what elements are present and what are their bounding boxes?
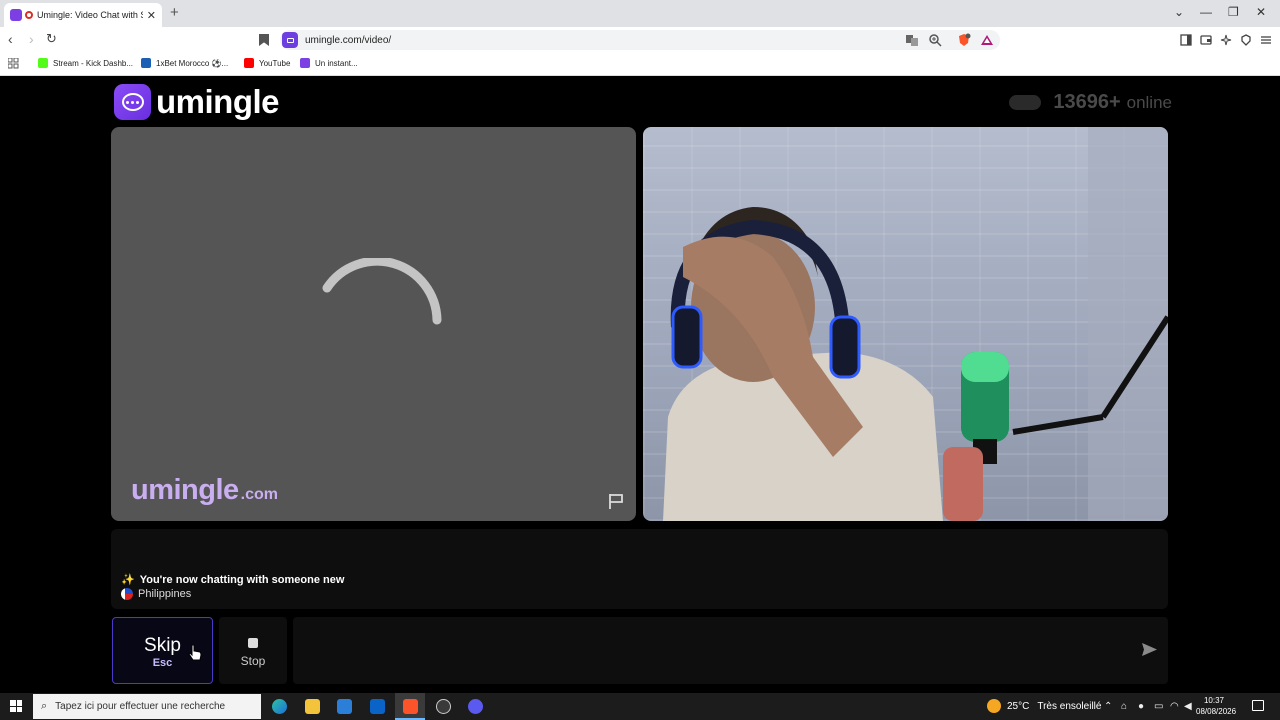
clock-time: 10:37 xyxy=(1203,696,1225,705)
bookmark-1xbet[interactable]: 1xBet Morocco ⚽... xyxy=(141,58,228,68)
brave-icon[interactable] xyxy=(403,699,418,714)
network-icon[interactable]: ⌂ xyxy=(1121,701,1127,712)
sun-icon xyxy=(987,699,1001,713)
site-video-icon xyxy=(282,32,298,48)
address-bar[interactable]: umingle.com/video/ xyxy=(280,30,1000,50)
zoom-icon[interactable] xyxy=(928,33,942,47)
recording-indicator-icon xyxy=(25,11,33,19)
online-count: 13696+ xyxy=(1053,91,1121,113)
outlook-icon[interactable] xyxy=(370,699,385,714)
chat-bubble-icon xyxy=(114,84,151,120)
wifi-icon[interactable]: ◠ xyxy=(1170,701,1179,712)
brave-shields-icon[interactable] xyxy=(957,33,971,47)
stop-button[interactable]: Stop xyxy=(219,617,287,684)
weather-widget[interactable]: 25°C Très ensoleillé xyxy=(987,699,1101,713)
tab-list-chevron-icon[interactable]: ⌄ xyxy=(1174,5,1184,19)
stop-icon xyxy=(248,638,258,648)
store-icon[interactable] xyxy=(337,699,352,714)
browser-tab[interactable]: Umingle: Video Chat with Str ✕ xyxy=(4,3,162,27)
bookmark-label: Un instant... xyxy=(315,58,358,68)
minimize-icon[interactable]: — xyxy=(1200,5,1212,19)
apps-grid-icon[interactable] xyxy=(8,58,19,69)
taskbar-clock[interactable]: 10:37 08/08/2026 xyxy=(1196,695,1237,717)
menu-icon[interactable] xyxy=(1260,34,1272,46)
microphone-icon[interactable]: ● xyxy=(1138,701,1144,712)
status-message-text: You're now chatting with someone new xyxy=(139,573,345,586)
file-explorer-icon[interactable] xyxy=(305,699,320,714)
webcam-feed-image xyxy=(663,127,1168,521)
forward-icon[interactable]: › xyxy=(29,31,34,47)
window-close-icon[interactable]: ✕ xyxy=(1256,5,1266,19)
brave-rewards-icon[interactable] xyxy=(980,33,994,47)
philippines-flag-icon xyxy=(121,588,133,600)
tab-title: Umingle: Video Chat with Str xyxy=(37,10,143,20)
chat-log xyxy=(111,529,1168,609)
browser-tab-bar xyxy=(0,0,1280,27)
umingle-watermark: umingle .com xyxy=(131,474,278,507)
online-toggle[interactable] xyxy=(1009,95,1042,110)
url-text: umingle.com/video/ xyxy=(305,34,392,46)
tab-close-icon[interactable]: ✕ xyxy=(147,9,156,22)
hand-cursor-icon xyxy=(188,644,202,661)
umingle-logo[interactable]: umingle xyxy=(114,83,280,121)
leo-ai-icon[interactable] xyxy=(1220,34,1232,46)
new-tab-button[interactable]: + xyxy=(170,4,179,21)
country-line: Philippines xyxy=(121,588,191,600)
umingle-favicon xyxy=(10,9,22,21)
sidebar-toggle-icon[interactable] xyxy=(1180,34,1192,46)
status-message: ✨ You're now chatting with someone new xyxy=(121,573,345,587)
search-placeholder: Tapez ici pour effectuer une recherche xyxy=(55,701,226,712)
translate-icon[interactable] xyxy=(905,33,919,47)
clock-date: 08/08/2026 xyxy=(1196,707,1237,716)
taskbar-search[interactable]: ⌕ Tapez ici pour effectuer une recherche xyxy=(33,694,261,719)
bookmark-umingle[interactable]: Un instant... xyxy=(300,58,358,68)
display-icon[interactable]: ▭ xyxy=(1154,701,1163,712)
loading-spinner-icon xyxy=(322,258,442,325)
volume-icon[interactable]: ◀ xyxy=(1184,701,1192,712)
wallet-icon[interactable] xyxy=(1200,34,1212,46)
bookmark-label: Stream - Kick Dashb... xyxy=(53,58,134,68)
search-icon: ⌕ xyxy=(41,700,48,712)
edge-icon[interactable] xyxy=(272,699,287,714)
online-label: online xyxy=(1126,93,1172,112)
obs-icon[interactable] xyxy=(436,699,451,714)
notification-icon[interactable] xyxy=(1252,700,1264,711)
reload-icon[interactable]: ↻ xyxy=(46,31,57,47)
sparkle-icon: ✨ xyxy=(121,574,135,586)
discord-icon[interactable] xyxy=(468,699,483,714)
country-text: Philippines xyxy=(138,588,192,600)
message-input[interactable] xyxy=(293,617,1168,684)
tray-chevron-icon[interactable]: ⌃ xyxy=(1104,701,1112,712)
logo-text: umingle xyxy=(156,83,280,120)
online-counter: 13696+ online xyxy=(1009,91,1172,114)
self-webcam-video xyxy=(643,127,1168,521)
1xbet-icon xyxy=(141,58,151,68)
maximize-icon[interactable]: ❐ xyxy=(1228,5,1239,19)
umingle-icon xyxy=(300,58,310,68)
send-icon[interactable] xyxy=(1141,641,1158,658)
temperature: 25°C xyxy=(1007,700,1030,712)
back-icon[interactable]: ‹ xyxy=(8,31,13,47)
windows-start-icon[interactable] xyxy=(10,700,22,712)
report-flag-icon[interactable] xyxy=(607,492,625,510)
bookmark-label: YouTube xyxy=(259,58,291,68)
bookmark-youtube[interactable]: YouTube xyxy=(244,58,290,68)
watermark-text: umingle xyxy=(131,474,239,506)
watermark-suffix: .com xyxy=(240,486,279,503)
stop-label: Stop xyxy=(240,654,266,668)
bookmark-label: 1xBet Morocco ⚽... xyxy=(156,58,229,68)
weather-text: Très ensoleillé xyxy=(1037,700,1102,712)
bookmark-kick[interactable]: Stream - Kick Dashb... xyxy=(38,58,133,68)
kick-icon xyxy=(38,58,48,68)
youtube-icon xyxy=(244,58,254,68)
vpn-shield-icon[interactable] xyxy=(1240,34,1252,46)
